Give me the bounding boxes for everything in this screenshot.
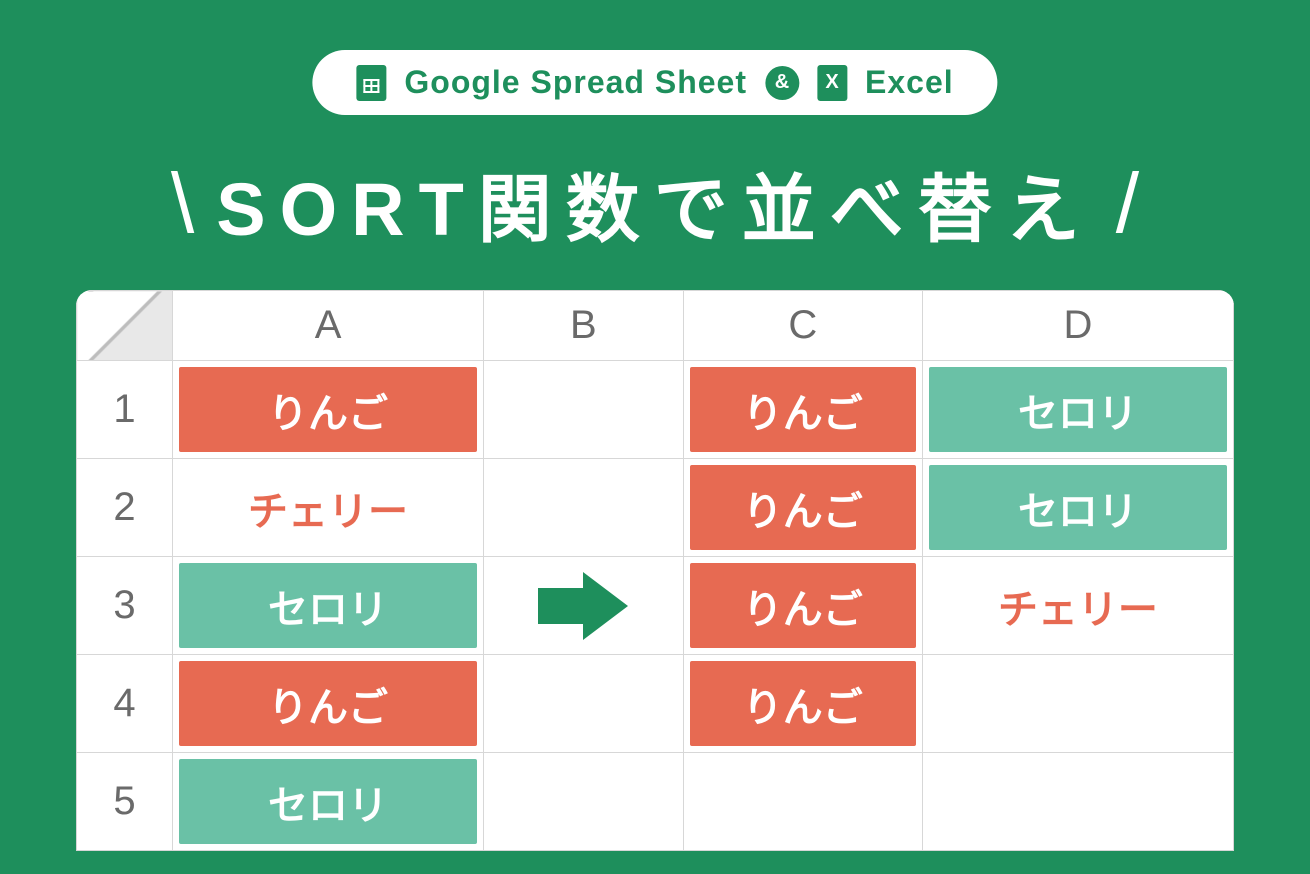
cell-D4[interactable]: [922, 655, 1233, 753]
cell-C1-value: りんご: [690, 367, 916, 452]
cell-D5[interactable]: [922, 753, 1233, 851]
cell-A3-value: セロリ: [179, 563, 477, 648]
row-5[interactable]: 5: [77, 753, 173, 851]
cell-A4-value: りんご: [179, 661, 477, 746]
cell-C2[interactable]: りんご: [683, 459, 922, 557]
cell-B2[interactable]: [484, 459, 684, 557]
cell-D2-value: セロリ: [929, 465, 1227, 550]
slash-left: /: [171, 155, 194, 252]
cell-A5-value: セロリ: [179, 759, 477, 844]
cell-A4[interactable]: りんご: [173, 655, 484, 753]
cell-D2[interactable]: セロリ: [922, 459, 1233, 557]
cell-A3[interactable]: セロリ: [173, 557, 484, 655]
spreadsheet-table: A B C D 1 りんご りんご セロリ 2 チェリー りんご セロリ 3 セ…: [76, 290, 1234, 851]
title-wrap: / SORT関数で並べ替え /: [171, 150, 1139, 257]
row-2[interactable]: 2: [77, 459, 173, 557]
cell-D1[interactable]: セロリ: [922, 361, 1233, 459]
cell-B5[interactable]: [484, 753, 684, 851]
excel-icon: [817, 65, 847, 101]
cell-C2-value: りんご: [690, 465, 916, 550]
cell-C4-value: りんご: [690, 661, 916, 746]
select-all-corner[interactable]: [77, 291, 173, 361]
cell-C1[interactable]: りんご: [683, 361, 922, 459]
row-3[interactable]: 3: [77, 557, 173, 655]
spreadsheet: A B C D 1 りんご りんご セロリ 2 チェリー りんご セロリ 3 セ…: [76, 290, 1234, 851]
cell-C3[interactable]: りんご: [683, 557, 922, 655]
cell-C4[interactable]: りんご: [683, 655, 922, 753]
cell-D3[interactable]: チェリー: [922, 557, 1233, 655]
row-4[interactable]: 4: [77, 655, 173, 753]
col-B[interactable]: B: [484, 291, 684, 361]
col-D[interactable]: D: [922, 291, 1233, 361]
col-C[interactable]: C: [683, 291, 922, 361]
cell-D3-value: チェリー: [929, 563, 1227, 648]
cell-C3-value: りんご: [690, 563, 916, 648]
slash-right: /: [1116, 155, 1139, 252]
cell-D1-value: セロリ: [929, 367, 1227, 452]
cell-A1[interactable]: りんご: [173, 361, 484, 459]
page-title: SORT関数で並べ替え: [216, 150, 1094, 257]
col-A[interactable]: A: [173, 291, 484, 361]
ampersand-badge: &: [765, 66, 799, 100]
top-badge: Google Spread Sheet & Excel: [312, 50, 997, 115]
cell-B4[interactable]: [484, 655, 684, 753]
cell-B1[interactable]: [484, 361, 684, 459]
cell-A2[interactable]: チェリー: [173, 459, 484, 557]
row-1[interactable]: 1: [77, 361, 173, 459]
excel-label: Excel: [865, 64, 954, 101]
arrow-right-icon: [528, 566, 638, 646]
google-sheets-icon: [356, 65, 386, 101]
cell-A1-value: りんご: [179, 367, 477, 452]
cell-B3[interactable]: [484, 557, 684, 655]
google-label: Google Spread Sheet: [404, 64, 747, 101]
cell-A2-value: チェリー: [179, 465, 477, 550]
cell-A5[interactable]: セロリ: [173, 753, 484, 851]
cell-C5[interactable]: [683, 753, 922, 851]
